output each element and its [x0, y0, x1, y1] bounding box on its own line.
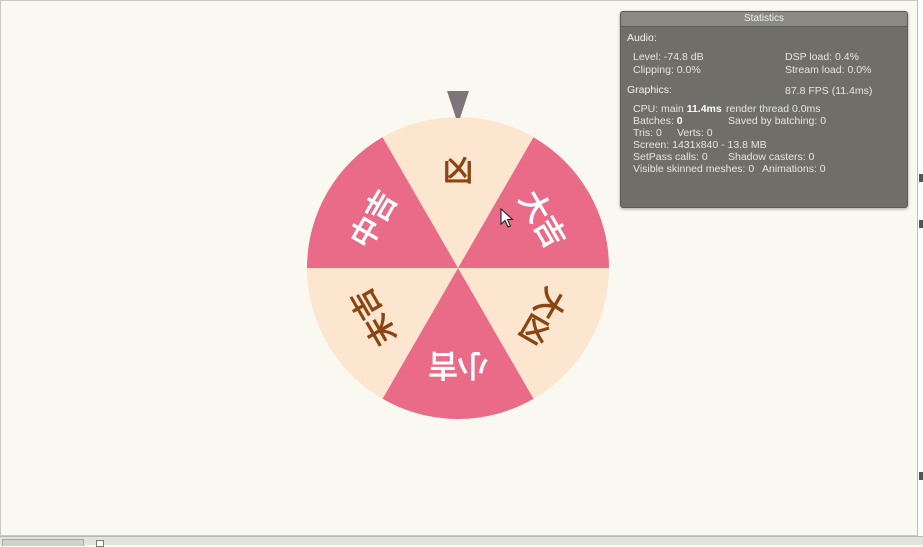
audio-header: Audio: — [627, 32, 657, 44]
wheel-segment-label: 小吉 — [428, 347, 488, 382]
mouse-cursor-icon — [500, 208, 514, 228]
wheel-graphic[interactable]: 凶大吉大凶小吉末吉中吉 — [300, 88, 616, 426]
render-thread-stat: render thread 0.0ms — [726, 103, 821, 115]
bottom-tab[interactable] — [2, 539, 84, 546]
tris-stat: Tris: 0 — [633, 127, 662, 139]
setpass-stat: SetPass calls: 0 — [633, 151, 708, 163]
wheel-pointer — [447, 91, 469, 118]
dsp-load: DSP load: 0.4% — [785, 51, 859, 63]
audio-clipping: Clipping: 0.0% — [633, 64, 701, 76]
saved-batching-stat: Saved by batching: 0 — [728, 115, 827, 127]
screen-stat: Screen: 1431x840 - 13.8 MB — [633, 139, 767, 151]
wheel-segment-label: 凶 — [443, 154, 473, 189]
animations-stat: Animations: 0 — [762, 163, 826, 175]
right-panel-edge — [917, 0, 923, 536]
shadow-casters-stat: Shadow casters: 0 — [728, 151, 815, 163]
verts-stat: Verts: 0 — [677, 127, 713, 139]
fps-readout: 87.8 FPS (11.4ms) — [785, 85, 873, 97]
graphics-header: Graphics: — [627, 84, 672, 96]
skinned-meshes-stat: Visible skinned meshes: 0 — [633, 163, 755, 175]
cpu-stat: CPU: main 11.4ms — [633, 103, 722, 115]
fortune-wheel[interactable]: 凶大吉 大凶 小吉 末吉 中吉 — [300, 88, 616, 426]
statistics-panel: Statistics Audio: Level: -74.8 dB DSP lo… — [620, 11, 908, 208]
audio-level: Level: -74.8 dB — [633, 51, 704, 63]
stream-load: Stream load: 0.0% — [785, 64, 872, 76]
batches-stat: Batches: 0 — [633, 115, 683, 127]
statistics-title: Statistics — [621, 12, 907, 27]
